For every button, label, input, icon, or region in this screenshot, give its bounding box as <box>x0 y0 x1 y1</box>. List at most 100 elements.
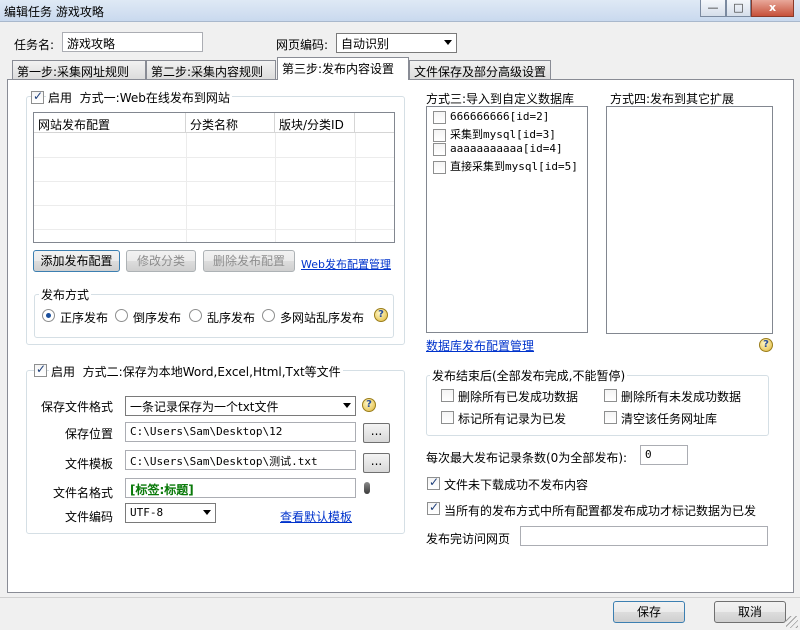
radio-ordered[interactable] <box>42 309 55 322</box>
tag-insert-icon[interactable] <box>364 482 370 494</box>
save-location-label: 保存位置 <box>65 427 114 441</box>
help-icon[interactable]: ? <box>759 338 773 352</box>
list-item[interactable]: aaaaaaaaaaa[id=4] <box>433 142 563 156</box>
clear-url-db-checkbox[interactable] <box>604 411 617 424</box>
view-default-template-link[interactable]: 查看默认模板 <box>280 508 352 525</box>
edit-category-button[interactable]: 修改分类 <box>126 250 196 272</box>
radio-random-label: 乱序发布 <box>207 311 256 325</box>
mark-published-label: 标记所有记录为已发 <box>458 412 567 426</box>
radio-ordered-label: 正序发布 <box>60 311 109 325</box>
method2-title: 方式二:保存为本地Word,Excel,Html,Txt等文件 <box>82 365 341 379</box>
max-records-label: 每次最大发布记录条数(0为全部发布): <box>426 451 628 465</box>
method1-enable-checkbox[interactable] <box>31 89 44 104</box>
publish-config-grid[interactable]: 网站发布配置 分类名称 版块/分类ID <box>33 112 395 243</box>
footer-divider <box>0 597 800 598</box>
grid-col-line <box>186 133 187 242</box>
cancel-button[interactable]: 取消 <box>714 601 786 623</box>
grid-header-category[interactable]: 分类名称 <box>186 113 275 133</box>
add-publish-config-button[interactable]: 添加发布配置 <box>33 250 120 272</box>
grid-col-line <box>275 133 276 242</box>
delete-publish-config-button[interactable]: 删除发布配置 <box>203 250 295 272</box>
grid-col-line <box>355 133 356 242</box>
no-publish-if-download-fail-label: 文件未下载成功不发布内容 <box>444 478 589 492</box>
file-encoding-value: UTF-8 <box>130 506 164 519</box>
task-name-input[interactable]: 游戏攻略 <box>62 32 203 52</box>
method3-title: 方式三:导入到自定义数据库 <box>426 92 575 106</box>
resize-grip-icon[interactable] <box>786 616 798 628</box>
delete-failed-checkbox[interactable] <box>604 389 617 402</box>
tab-publish-settings[interactable]: 第三步:发布内容设置 <box>277 57 409 80</box>
grid-header-config[interactable]: 网站发布配置 <box>34 113 186 133</box>
browse-template-button[interactable]: ... <box>363 453 390 473</box>
radio-multi-random-label: 多网站乱序发布 <box>280 311 365 325</box>
clear-url-db-label: 清空该任务网址库 <box>621 412 718 426</box>
file-encoding-select[interactable]: UTF-8 <box>125 503 216 523</box>
max-records-input[interactable]: 0 <box>640 445 688 465</box>
help-icon[interactable]: ? <box>362 398 376 412</box>
no-publish-if-download-fail-checkbox[interactable] <box>427 475 440 490</box>
grid-row-line <box>34 181 394 182</box>
close-button[interactable]: x <box>751 0 794 17</box>
visit-url-label: 发布完访问网页 <box>426 532 511 546</box>
method2-enable-checkbox[interactable] <box>34 362 47 377</box>
tab-collect-content[interactable]: 第二步:采集内容规则 <box>146 60 276 79</box>
extension-list[interactable] <box>606 106 773 334</box>
radio-random[interactable] <box>189 309 202 322</box>
save-format-label: 保存文件格式 <box>41 400 114 414</box>
list-item-checkbox[interactable] <box>433 128 446 142</box>
encoding-select[interactable]: 自动识别 <box>336 33 457 53</box>
mark-after-all-success-checkbox[interactable] <box>427 500 440 515</box>
minimize-button[interactable]: — <box>700 0 726 17</box>
grid-row-line <box>34 157 394 158</box>
method1-enable-label: 启用 <box>48 91 73 105</box>
list-item[interactable]: 采集到mysql[id=3] <box>433 126 556 142</box>
save-button[interactable]: 保存 <box>613 601 685 623</box>
db-publish-manage-link[interactable]: 数据库发布配置管理 <box>426 337 534 354</box>
list-item[interactable]: 666666666[id=2] <box>433 110 549 124</box>
radio-reverse-label: 倒序发布 <box>133 311 182 325</box>
list-item[interactable]: 直接采集到mysql[id=5] <box>433 158 578 174</box>
delete-success-label: 删除所有已发成功数据 <box>458 390 579 404</box>
chevron-down-icon <box>203 510 211 515</box>
grid-header-blank <box>355 113 394 133</box>
radio-reverse[interactable] <box>115 309 128 322</box>
task-name-label: 任务名: <box>14 38 55 52</box>
method1-title-wrap: 启用 方式一:Web在线发布到网站 <box>46 89 232 106</box>
delete-success-checkbox[interactable] <box>441 389 454 402</box>
file-encoding-label: 文件编码 <box>65 510 114 524</box>
encoding-select-value: 自动识别 <box>341 37 390 51</box>
grid-row-line <box>34 205 394 206</box>
grid-row-line <box>34 229 394 230</box>
encoding-label: 网页编码: <box>276 38 329 52</box>
file-template-input[interactable]: C:\Users\Sam\Desktop\测试.txt <box>125 450 356 470</box>
filename-format-input[interactable]: [标签:标题] <box>125 478 356 498</box>
chevron-down-icon <box>343 403 351 408</box>
publish-mode-title: 发布方式 <box>39 286 92 303</box>
help-icon[interactable]: ? <box>374 308 388 322</box>
method2-enable-label: 启用 <box>51 365 76 379</box>
delete-failed-label: 删除所有未发成功数据 <box>621 390 742 404</box>
mark-published-checkbox[interactable] <box>441 411 454 424</box>
after-publish-title: 发布结束后(全部发布完成,不能暂停) <box>430 367 628 384</box>
method4-title: 方式四:发布到其它扩展 <box>610 92 735 106</box>
radio-multi-random[interactable] <box>262 309 275 322</box>
chevron-down-icon <box>444 40 452 45</box>
save-format-select[interactable]: 一条记录保存为一个txt文件 <box>125 396 356 416</box>
file-template-label: 文件模板 <box>65 457 114 471</box>
save-format-value: 一条记录保存为一个txt文件 <box>130 400 279 414</box>
save-location-input[interactable]: C:\Users\Sam\Desktop\12 <box>125 422 356 442</box>
window-title: 编辑任务 游戏攻略 <box>4 5 104 19</box>
mark-after-all-success-label: 当所有的发布方式中所有配置都发布成功才标记数据为已发 <box>444 504 757 518</box>
grid-header-id[interactable]: 版块/分类ID <box>275 113 355 133</box>
db-config-list[interactable]: 666666666[id=2] 采集到mysql[id=3] aaaaaaaaa… <box>426 106 588 333</box>
tab-file-save[interactable]: 文件保存及部分高级设置 <box>409 60 551 79</box>
list-item-checkbox[interactable] <box>433 160 446 174</box>
list-item-checkbox[interactable] <box>433 142 446 156</box>
title-bar: 编辑任务 游戏攻略 — □ x <box>0 0 800 22</box>
web-publish-manage-link[interactable]: Web发布配置管理 <box>301 256 391 272</box>
browse-location-button[interactable]: ... <box>363 423 390 443</box>
maximize-button[interactable]: □ <box>726 0 751 17</box>
list-item-checkbox[interactable] <box>433 110 446 124</box>
tab-collect-url[interactable]: 第一步:采集网址规则 <box>12 60 146 79</box>
visit-url-input[interactable] <box>520 526 768 546</box>
